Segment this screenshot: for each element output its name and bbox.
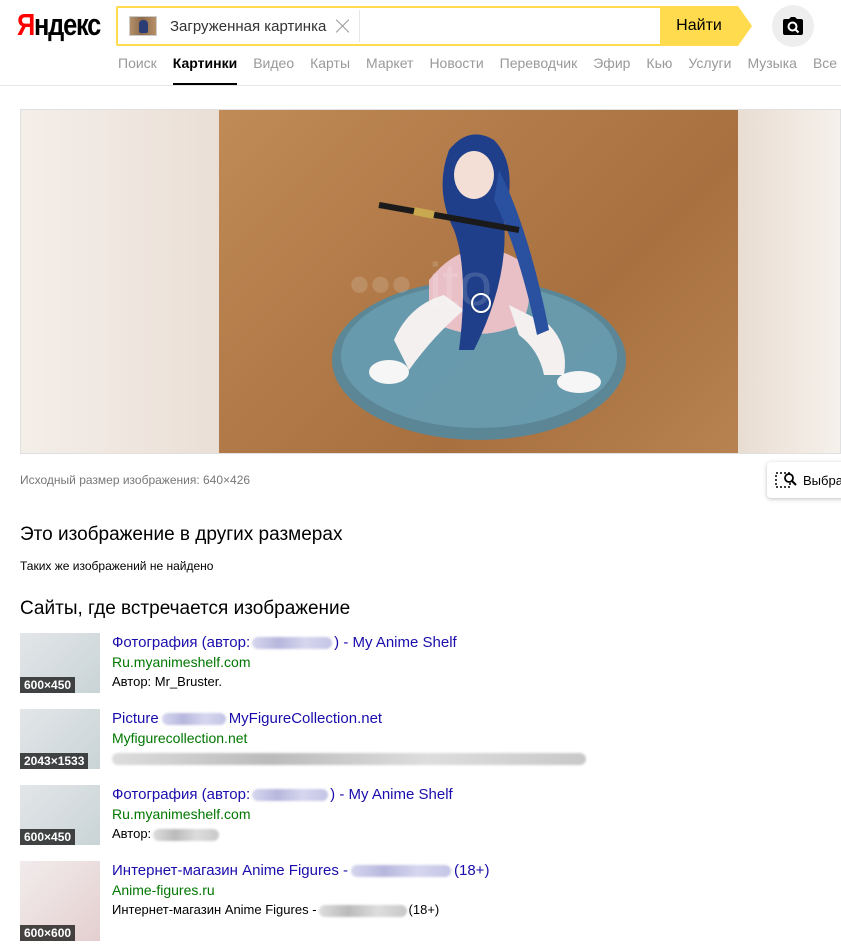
other-sizes-heading: Это изображение в других размерах bbox=[20, 524, 343, 545]
result-thumbnail[interactable]: 600×600 bbox=[20, 861, 100, 941]
result-title-link[interactable]: Фотография (автор:) - My Anime Shelf bbox=[112, 786, 453, 803]
chip-label: Загруженная картинка bbox=[170, 17, 327, 35]
no-same-images-text: Таких же изображений не найдено bbox=[20, 559, 214, 573]
tab-all[interactable]: Все bbox=[813, 55, 837, 85]
watermark: ••• ito bbox=[349, 251, 492, 318]
search-input[interactable]: Загруженная картинка bbox=[116, 6, 662, 46]
figure-illustration: ••• ito bbox=[332, 134, 626, 440]
tab-market[interactable]: Маркет bbox=[366, 55, 413, 85]
search-button-arrow bbox=[738, 6, 752, 46]
size-badge: 2043×1533 bbox=[20, 753, 89, 769]
camera-icon bbox=[783, 17, 803, 35]
camera-search-button[interactable] bbox=[772, 5, 814, 47]
result-url[interactable]: Myfigurecollection.net bbox=[112, 730, 247, 746]
result-thumbnail[interactable]: 600×450 bbox=[20, 633, 100, 693]
result-url[interactable]: Ru.myanimeshelf.com bbox=[112, 654, 251, 670]
tab-efir[interactable]: Эфир bbox=[593, 55, 630, 85]
tab-video[interactable]: Видео bbox=[253, 55, 294, 85]
result-url[interactable]: Ru.myanimeshelf.com bbox=[112, 806, 251, 822]
result-title-link[interactable]: Интернет-магазин Anime Figures - (18+) bbox=[112, 862, 489, 879]
result-description bbox=[112, 750, 586, 765]
tab-maps[interactable]: Карты bbox=[310, 55, 350, 85]
image-blur-right bbox=[738, 110, 840, 453]
close-icon[interactable] bbox=[335, 18, 351, 34]
tab-news[interactable]: Новости bbox=[429, 55, 483, 85]
uploaded-image-thumbnail bbox=[129, 16, 157, 36]
tab-images[interactable]: Картинки bbox=[172, 55, 238, 85]
size-badge: 600×600 bbox=[20, 925, 76, 941]
crop-search-icon bbox=[775, 472, 797, 488]
focus-circle-icon[interactable] bbox=[471, 293, 491, 313]
size-badge: 600×450 bbox=[20, 677, 76, 693]
search-bar: Загруженная картинка Найти bbox=[116, 6, 752, 46]
site-result: 600×450 Фотография (автор:) - My Anime S… bbox=[20, 633, 820, 695]
tab-translator[interactable]: Переводчик bbox=[500, 55, 578, 85]
image-blur-left bbox=[21, 110, 219, 453]
size-badge: 600×450 bbox=[20, 829, 76, 845]
search-button[interactable]: Найти bbox=[660, 6, 738, 46]
result-description: Автор: Mr_Bruster. bbox=[112, 674, 222, 689]
sites-heading: Сайты, где встречается изображение bbox=[20, 598, 351, 619]
tab-q[interactable]: Кью bbox=[646, 55, 672, 85]
site-result: 600×600 Интернет-магазин Anime Figures -… bbox=[20, 861, 820, 943]
result-url[interactable]: Anime-figures.ru bbox=[112, 882, 215, 898]
header: Яндекс Загруженная картинка Найти Поиск … bbox=[0, 0, 841, 86]
tab-search[interactable]: Поиск bbox=[118, 55, 157, 85]
result-description: Автор: bbox=[112, 826, 220, 841]
select-fragment-button[interactable]: Выбрать фрагмент bbox=[767, 462, 841, 498]
site-result: 600×450 Фотография (автор:) - My Anime S… bbox=[20, 785, 820, 847]
result-description: Интернет-магазин Anime Figures - (18+) bbox=[112, 902, 440, 917]
result-thumbnail[interactable]: 600×450 bbox=[20, 785, 100, 845]
original-size-text: Исходный размер изображения: 640×426 bbox=[20, 473, 251, 487]
result-title-link[interactable]: Фотография (автор:) - My Anime Shelf bbox=[112, 634, 457, 651]
tab-services[interactable]: Услуги bbox=[688, 55, 731, 85]
uploaded-image-viewer: ••• ito bbox=[20, 109, 841, 454]
services-nav: Поиск Картинки Видео Карты Маркет Новост… bbox=[118, 55, 841, 85]
uploaded-image-chip[interactable]: Загруженная картинка bbox=[120, 10, 360, 42]
site-result: 2043×1533 Picture MyFigureCollection.net … bbox=[20, 709, 820, 771]
result-thumbnail[interactable]: 2043×1533 bbox=[20, 709, 100, 769]
tab-music[interactable]: Музыка bbox=[747, 55, 797, 85]
uploaded-image: ••• ito bbox=[219, 110, 738, 453]
yandex-logo[interactable]: Яндекс bbox=[17, 7, 101, 43]
result-title-link[interactable]: Picture MyFigureCollection.net bbox=[112, 710, 382, 727]
select-fragment-label: Выбрать фрагмент bbox=[803, 472, 841, 488]
